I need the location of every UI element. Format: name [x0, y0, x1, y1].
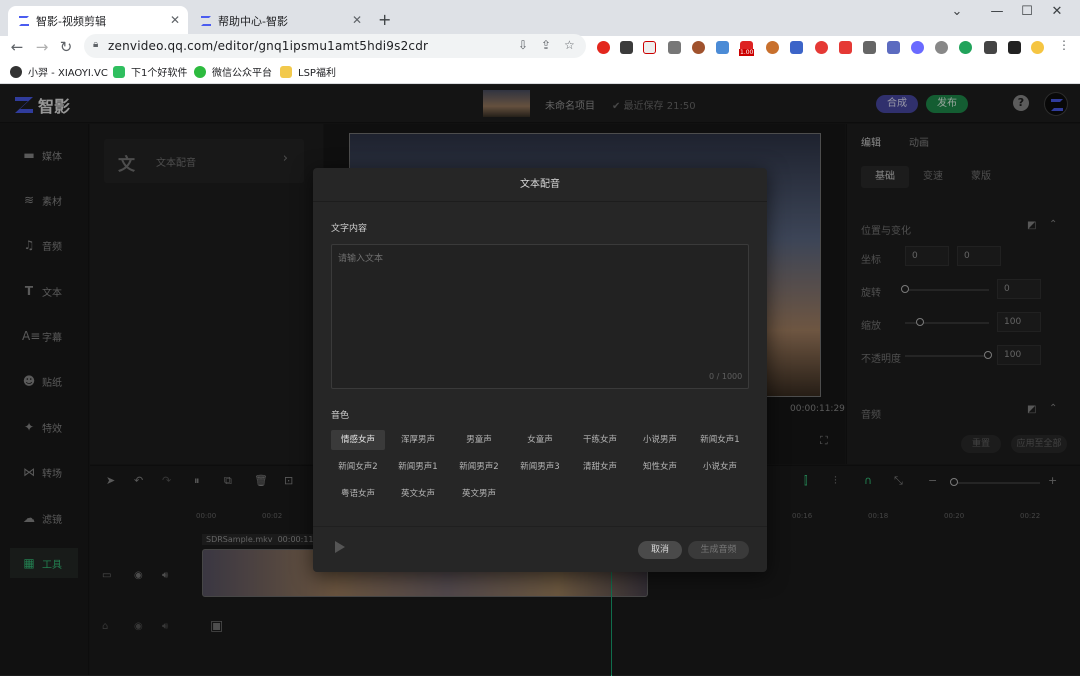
extension-icon[interactable]: [716, 41, 729, 54]
extension-icon[interactable]: [815, 41, 828, 54]
voice-option[interactable]: 粤语女声: [331, 484, 385, 504]
voice-option[interactable]: 新闻男声3: [513, 457, 567, 477]
voice-option[interactable]: 小说男声: [633, 430, 687, 450]
bookmark-item[interactable]: 下1个好软件: [113, 64, 187, 79]
tab-zenvideo-editor[interactable]: 智影-视频剪辑 ✕: [8, 6, 188, 36]
forward-icon[interactable]: →: [31, 38, 53, 56]
maximize-icon[interactable]: ☐: [1012, 4, 1042, 19]
close-window-icon[interactable]: ✕: [1042, 4, 1072, 19]
extension-icon[interactable]: [935, 41, 948, 54]
text-to-speech-dialog: 文本配音 文字内容 0 / 1000 音色 情感女声 浑厚男声 男童声 女童声 …: [313, 168, 767, 572]
extension-icon[interactable]: [839, 41, 852, 54]
play-icon[interactable]: [335, 541, 345, 553]
share-icon[interactable]: ⇪: [541, 38, 551, 52]
sidebar-toggle-icon[interactable]: [1008, 41, 1021, 54]
url-text: zenvideo.qq.com/editor/gnq1ipsmu1amt5hdi…: [108, 39, 429, 53]
bookmark-folder[interactable]: LSP福利: [280, 64, 336, 79]
dialog-divider: [313, 526, 767, 527]
extension-icon[interactable]: [959, 41, 972, 54]
voice-option[interactable]: 情感女声: [331, 430, 385, 450]
puzzle-icon[interactable]: [984, 41, 997, 54]
zhiying-logo-icon: [200, 15, 212, 27]
reload-icon[interactable]: ↻: [55, 38, 77, 56]
lock-icon: 🔒︎: [93, 39, 99, 50]
chevron-down-icon[interactable]: ⌄: [942, 4, 972, 19]
char-counter: 0 / 1000: [709, 372, 743, 381]
extension-badge: 1.00: [739, 49, 755, 56]
timbre-label: 音色: [331, 411, 350, 421]
tab-close-icon[interactable]: ✕: [170, 13, 180, 27]
voice-option[interactable]: 知性女声: [633, 457, 687, 477]
generate-audio-button[interactable]: 生成音频: [688, 541, 749, 559]
cancel-button[interactable]: 取消: [638, 541, 682, 559]
back-icon[interactable]: ←: [6, 38, 28, 56]
extension-icon[interactable]: 1.00: [739, 41, 755, 56]
voice-option[interactable]: 新闻女声2: [331, 457, 385, 477]
install-icon[interactable]: ⇩: [518, 38, 528, 52]
voice-option[interactable]: 清甜女声: [573, 457, 627, 477]
tab-title: 帮助中心-智影: [218, 15, 288, 28]
bookmark-item[interactable]: 小羿 - XIAOYI.VC: [10, 64, 108, 79]
extension-icon[interactable]: [643, 41, 656, 54]
browser-titlebar: 智影-视频剪辑 ✕ 帮助中心-智影 ✕ + ⌄ — ☐ ✕: [0, 0, 1080, 36]
kebab-menu-icon[interactable]: ⋮: [1058, 38, 1071, 52]
voice-option[interactable]: 新闻女声1: [693, 430, 747, 450]
voice-option[interactable]: 新闻男声2: [452, 457, 506, 477]
text-content-input[interactable]: [331, 244, 749, 389]
extension-icon[interactable]: [668, 41, 681, 54]
voice-option[interactable]: 小说女声: [693, 457, 747, 477]
extension-icon[interactable]: [863, 41, 876, 54]
voice-option[interactable]: 男童声: [452, 430, 506, 450]
new-tab-icon[interactable]: +: [378, 10, 391, 29]
bookmark-item[interactable]: 微信公众平台: [194, 64, 272, 79]
zhiying-logo-icon: [18, 15, 30, 27]
address-bar[interactable]: 🔒︎ zenvideo.qq.com/editor/gnq1ipsmu1amt5…: [84, 34, 586, 58]
voice-option[interactable]: 女童声: [513, 430, 567, 450]
minimize-icon[interactable]: —: [982, 4, 1012, 19]
opera-extension-icon[interactable]: [597, 41, 610, 54]
voice-option[interactable]: 干练女声: [573, 430, 627, 450]
bookmark-star-icon[interactable]: ☆: [564, 38, 575, 52]
tab-title: 智影-视频剪辑: [36, 15, 106, 28]
extension-icon[interactable]: [620, 41, 633, 54]
extension-icon[interactable]: [911, 41, 924, 54]
browser-toolbar: ← → ↻ 🔒︎ zenvideo.qq.com/editor/gnq1ipsm…: [0, 34, 1080, 60]
voice-option[interactable]: 浑厚男声: [391, 430, 445, 450]
voice-option[interactable]: 英文女声: [391, 484, 445, 504]
text-content-label: 文字内容: [331, 224, 368, 234]
bookmarks-bar: 小羿 - XIAOYI.VC 下1个好软件 微信公众平台 LSP福利: [0, 60, 1080, 84]
voice-option[interactable]: 新闻男声1: [391, 457, 445, 477]
tab-close-icon[interactable]: ✕: [352, 13, 362, 27]
extension-icon[interactable]: [887, 41, 900, 54]
dialog-title: 文本配音: [313, 168, 767, 202]
tab-help-center[interactable]: 帮助中心-智影 ✕: [190, 6, 370, 36]
profile-avatar[interactable]: [1031, 41, 1044, 54]
extension-icon[interactable]: [790, 41, 803, 54]
extension-icon[interactable]: [766, 41, 779, 54]
voice-option[interactable]: 英文男声: [452, 484, 506, 504]
extension-icon[interactable]: [692, 41, 705, 54]
